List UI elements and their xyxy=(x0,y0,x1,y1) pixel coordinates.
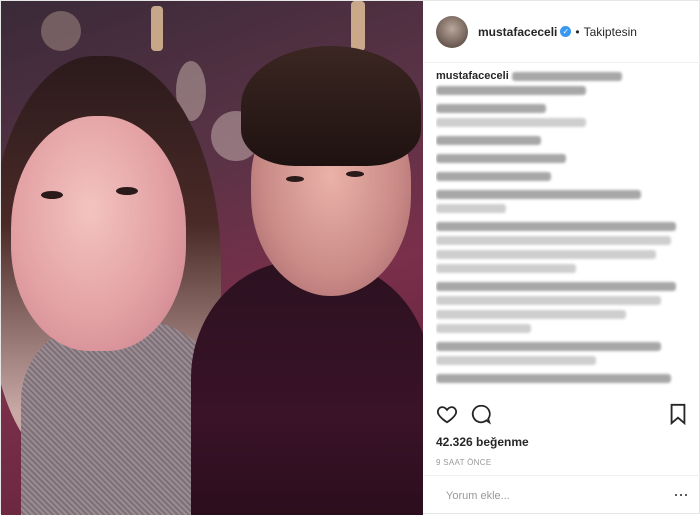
comment-text-blurred xyxy=(436,323,531,333)
comment-text-blurred xyxy=(436,221,676,231)
comment-text-blurred xyxy=(436,135,541,145)
add-comment-bar: Yorum ekle... xyxy=(424,475,700,516)
comment-item xyxy=(436,151,692,165)
comment-item xyxy=(436,187,692,215)
post-sidebar: mustafaceceli ✓ • Takiptesin mustafacece… xyxy=(424,1,700,515)
comment-text-blurred xyxy=(436,295,661,305)
comment-text-blurred xyxy=(436,203,506,213)
comment-text-blurred xyxy=(436,171,551,181)
comment-item xyxy=(436,339,692,367)
comment-item xyxy=(436,279,692,335)
comment-text-blurred xyxy=(436,281,676,291)
comment-text-blurred xyxy=(436,309,626,319)
comment-item xyxy=(436,133,692,147)
caption: mustafaceceli xyxy=(436,69,692,97)
comment-item xyxy=(436,101,692,129)
username[interactable]: mustafaceceli xyxy=(478,25,557,39)
instagram-post: mustafaceceli ✓ • Takiptesin mustafacece… xyxy=(0,0,700,515)
comment-text-blurred xyxy=(436,373,671,383)
comment-text-blurred xyxy=(436,355,596,365)
heart-icon[interactable] xyxy=(436,403,458,425)
avatar[interactable] xyxy=(436,15,468,48)
like-count[interactable]: 42.326 beğenme xyxy=(436,435,529,449)
separator-dot: • xyxy=(575,24,580,39)
post-header: mustafaceceli ✓ • Takiptesin xyxy=(424,1,700,63)
comment-input[interactable]: Yorum ekle... xyxy=(446,490,510,502)
comment-text-blurred xyxy=(436,249,656,259)
comments-list: mustafaceceli xyxy=(436,69,692,391)
follow-status[interactable]: Takiptesin xyxy=(584,25,637,39)
more-icon[interactable] xyxy=(674,488,688,502)
caption-username[interactable]: mustafaceceli xyxy=(436,70,509,82)
comment-text-blurred xyxy=(436,103,546,113)
post-time: 9 SAAT ÖNCE xyxy=(436,458,492,467)
bookmark-icon[interactable] xyxy=(668,403,688,425)
comment-item xyxy=(436,169,692,183)
comment-text-blurred xyxy=(436,235,671,245)
verified-icon: ✓ xyxy=(560,26,572,37)
comment-text-blurred xyxy=(436,341,661,351)
comment-item xyxy=(436,219,692,275)
comment-text-blurred xyxy=(436,189,641,199)
action-bar xyxy=(436,403,688,429)
comment-text-blurred xyxy=(436,117,586,127)
comment-item xyxy=(436,371,692,385)
post-photo[interactable] xyxy=(1,1,423,515)
comment-text-blurred xyxy=(436,263,576,273)
comment-text-blurred xyxy=(436,153,566,163)
comment-icon[interactable] xyxy=(470,403,492,425)
